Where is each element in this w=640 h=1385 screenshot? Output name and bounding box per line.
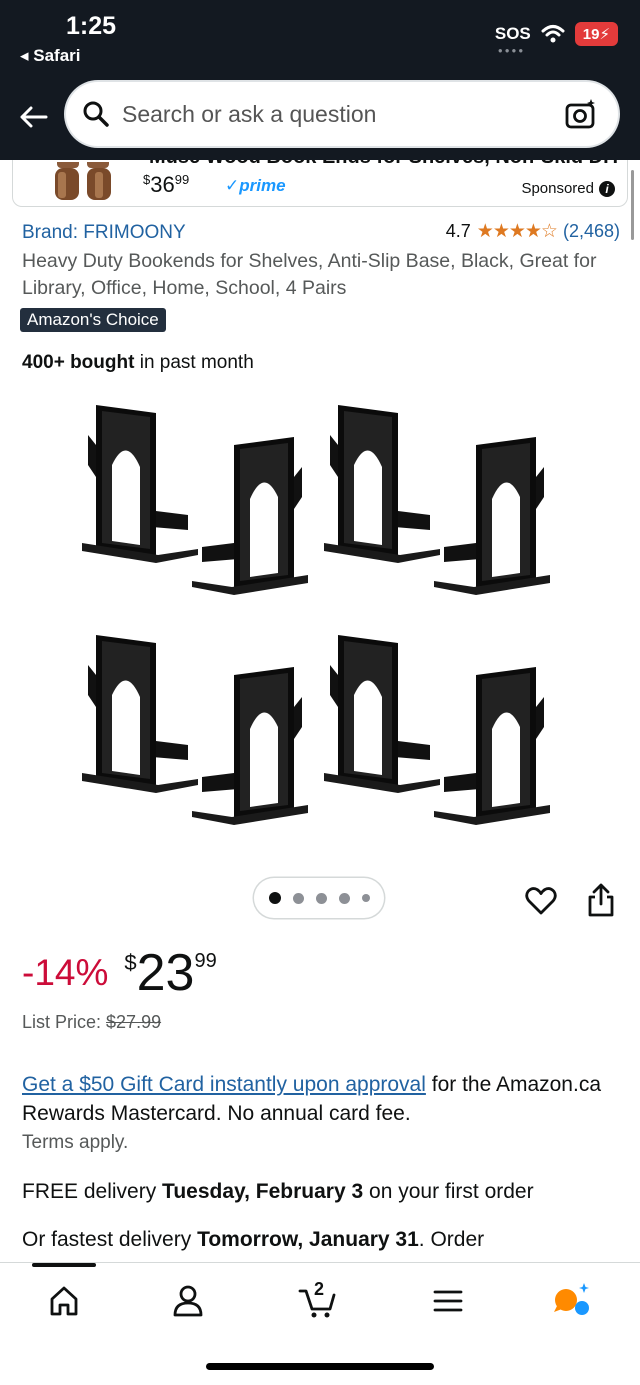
free-delivery-prefix: FREE delivery <box>22 1180 163 1203</box>
sos-indicator: SOS ●●●● <box>494 24 531 55</box>
prime-badge: ✓prime <box>225 176 286 196</box>
back-arrow-icon[interactable] <box>16 100 50 134</box>
fastest-delivery: Or fastest delivery Tomorrow, January 31… <box>22 1228 484 1252</box>
back-app-label: Safari <box>33 46 81 65</box>
price-whole: 23 <box>136 944 195 1002</box>
heart-icon[interactable] <box>524 884 558 918</box>
bookend-bottom-1 <box>82 635 198 793</box>
prime-label: prime <box>239 176 286 195</box>
carousel-dot-2[interactable] <box>292 892 304 904</box>
top-bar: 1:25 ◂ Safari SOS ●●●● 19⚡ Search or ask … <box>0 0 640 160</box>
menu-icon[interactable] <box>428 1281 468 1321</box>
sponsored-price-dollars: 36 <box>150 172 175 197</box>
list-price: List Price: $27.99 <box>22 1012 161 1033</box>
status-icons: SOS ●●●● 19⚡ <box>494 22 618 55</box>
info-icon: i <box>599 180 615 197</box>
discount-percent: -14% <box>22 952 109 993</box>
home-indicator <box>206 1363 434 1370</box>
signal-dots: ●●●● <box>497 46 526 55</box>
account-icon[interactable] <box>168 1281 208 1321</box>
price-row: -14% $ 23 99 <box>22 944 217 1002</box>
search-placeholder: Search or ask a question <box>122 100 377 127</box>
gift-card-offer: Get a $50 Gift Card instantly upon appro… <box>22 1070 622 1128</box>
camera-lens-icon[interactable] <box>564 97 598 131</box>
back-to-safari[interactable]: ◂ Safari <box>20 46 81 66</box>
free-delivery-suffix: on your first order <box>363 1180 534 1203</box>
product-title: Heavy Duty Bookends for Shelves, Anti-Sl… <box>22 250 597 299</box>
free-delivery: FREE delivery Tuesday, February 3 on you… <box>22 1180 534 1204</box>
sponsored-title: Muse Wood Book Ends for Shelves, Non-Ski… <box>149 160 622 169</box>
search-input[interactable]: Search or ask a question <box>66 82 618 146</box>
wifi-icon <box>541 25 565 43</box>
fast-delivery-suffix: . Order <box>418 1228 485 1251</box>
rufus-assistant-icon[interactable] <box>552 1281 592 1321</box>
sponsored-text: Sponsored <box>521 180 594 197</box>
prime-check-icon: ✓ <box>225 176 240 195</box>
battery-level: 19 <box>582 26 600 43</box>
sos-label: SOS <box>494 24 531 43</box>
share-icon[interactable] <box>586 882 616 918</box>
free-delivery-date: Tuesday, February 3 <box>162 1180 364 1203</box>
nav-active-indicator <box>32 1263 96 1267</box>
sponsored-price-cents: 99 <box>174 172 190 187</box>
carousel-dot-5[interactable] <box>361 894 370 902</box>
bought-bold: 400+ bought <box>22 352 135 373</box>
product-image[interactable] <box>70 395 570 845</box>
home-icon[interactable] <box>44 1281 84 1321</box>
list-price-value: $27.99 <box>106 1012 162 1032</box>
bookend-top-3 <box>324 405 440 563</box>
bookend-top-1 <box>82 405 198 563</box>
bookend-bottom-3 <box>324 635 440 793</box>
price-currency: $ <box>124 950 137 975</box>
bought-count: 400+ bought in past month <box>22 352 254 374</box>
carousel-dot-1[interactable] <box>268 892 281 904</box>
current-price: $ 23 99 <box>124 944 216 1002</box>
fast-delivery-prefix: Or fastest delivery <box>22 1228 198 1251</box>
bookend-bottom-2 <box>192 667 308 825</box>
carousel-dot-4[interactable] <box>338 892 350 904</box>
price-fraction: 99 <box>194 950 217 972</box>
battery-icon: 19⚡ <box>574 22 618 46</box>
bookend-top-4 <box>434 437 550 595</box>
status-time: 1:25 <box>66 12 117 40</box>
bookend-bottom-4 <box>434 667 550 825</box>
rating-count[interactable]: (2,468) <box>563 221 620 242</box>
fast-delivery-date: Tomorrow, January 31 <box>197 1228 419 1251</box>
scrollbar[interactable] <box>631 170 634 240</box>
bought-rest: in past month <box>134 352 254 373</box>
sponsored-thumbnail <box>55 162 111 200</box>
amazons-choice-badge: Amazon's Choice <box>20 308 166 332</box>
sponsored-product-card[interactable]: Muse Wood Book Ends for Shelves, Non-Ski… <box>12 160 628 207</box>
brand-link[interactable]: Brand: FRIMOONY <box>22 222 186 244</box>
carousel-dot-3[interactable] <box>315 892 327 904</box>
gift-card-link[interactable]: Get a $50 Gift Card instantly upon appro… <box>22 1073 426 1096</box>
list-price-label: List Price: <box>22 1012 107 1032</box>
charging-bolt: ⚡ <box>599 26 610 43</box>
image-carousel-dots[interactable] <box>254 878 384 918</box>
sponsored-label[interactable]: Sponsored i <box>521 180 615 197</box>
bottom-nav: 2 <box>0 1262 640 1385</box>
cart-count: 2 <box>314 1279 325 1299</box>
sponsored-price: $3699 <box>143 172 190 197</box>
rating-summary[interactable]: 4.7 ★★★★☆ (2,468) <box>446 220 620 243</box>
star-rating-icon: ★★★★☆ <box>476 221 558 242</box>
cart-button[interactable]: 2 <box>298 1279 338 1321</box>
bookend-top-2 <box>192 437 308 595</box>
search-icon <box>83 101 109 127</box>
terms-text: Terms apply. <box>22 1132 129 1153</box>
rating-value: 4.7 <box>445 221 471 241</box>
